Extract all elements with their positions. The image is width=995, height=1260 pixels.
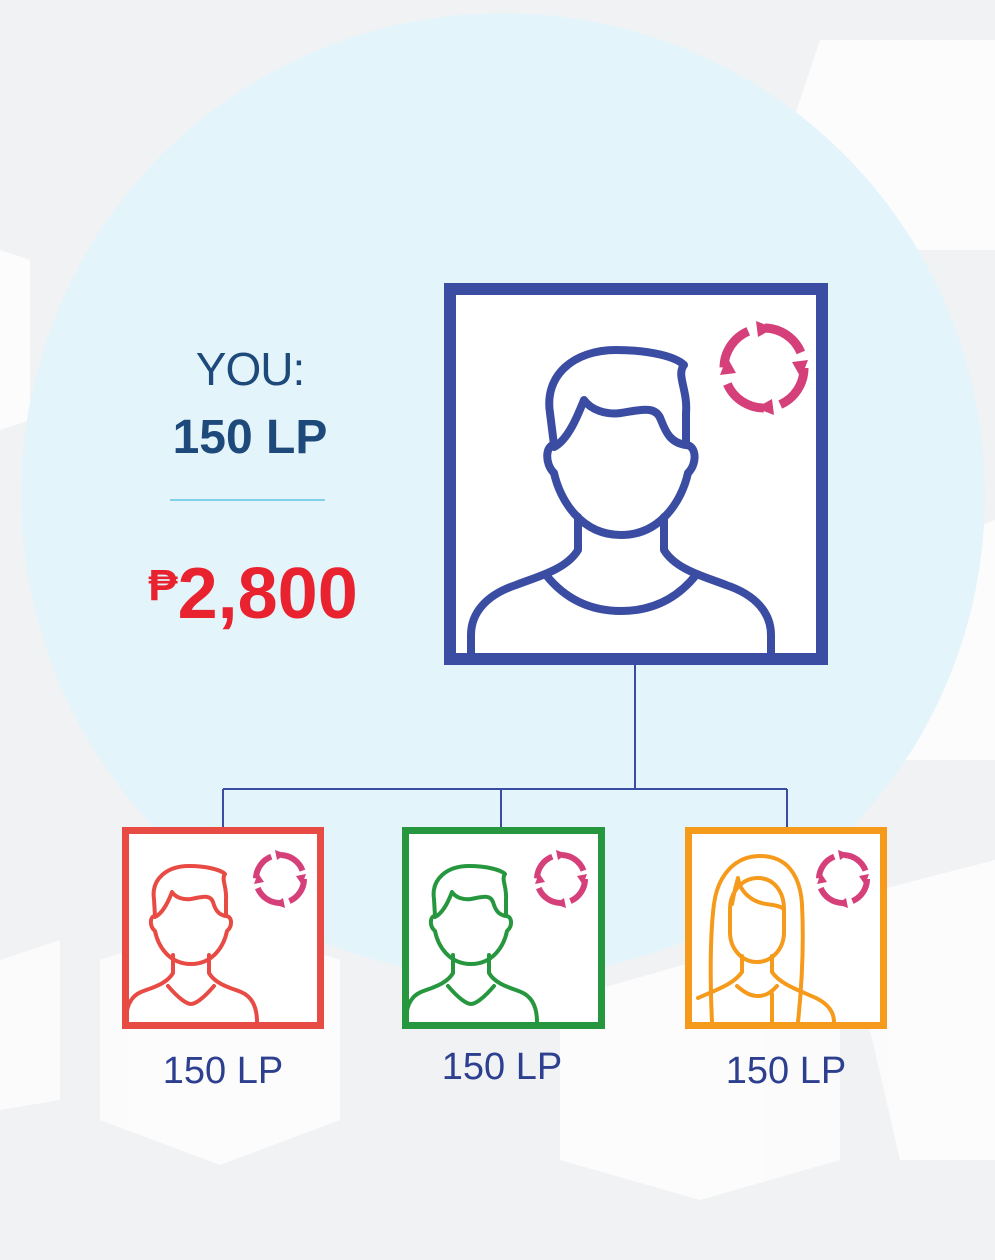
downline-3-points: 150 LP: [725, 1050, 847, 1092]
renew-icon: [816, 850, 870, 908]
currency-symbol: ₱: [148, 561, 178, 610]
renew-icon: [719, 321, 809, 415]
divider: [170, 499, 325, 501]
downline-card-3: [685, 827, 887, 1029]
male-avatar-icon: [129, 850, 307, 1022]
downline-2-points: 150 LP: [441, 1046, 563, 1088]
earnings-value: 2,800: [177, 554, 358, 634]
main-member-card: [444, 283, 828, 665]
renew-icon: [534, 850, 588, 908]
downline-card-2: [402, 827, 605, 1029]
downline-1-points: 150 LP: [162, 1050, 284, 1092]
downline-card-1: [122, 827, 324, 1029]
female-avatar-icon: [696, 850, 870, 1022]
you-label: YOU:: [195, 343, 305, 395]
male-avatar-icon: [409, 850, 588, 1022]
renew-icon: [253, 850, 307, 908]
earnings-amount: ₱2,800: [118, 546, 388, 634]
male-avatar-icon: [467, 321, 809, 653]
you-points: 150 LP: [172, 411, 328, 464]
